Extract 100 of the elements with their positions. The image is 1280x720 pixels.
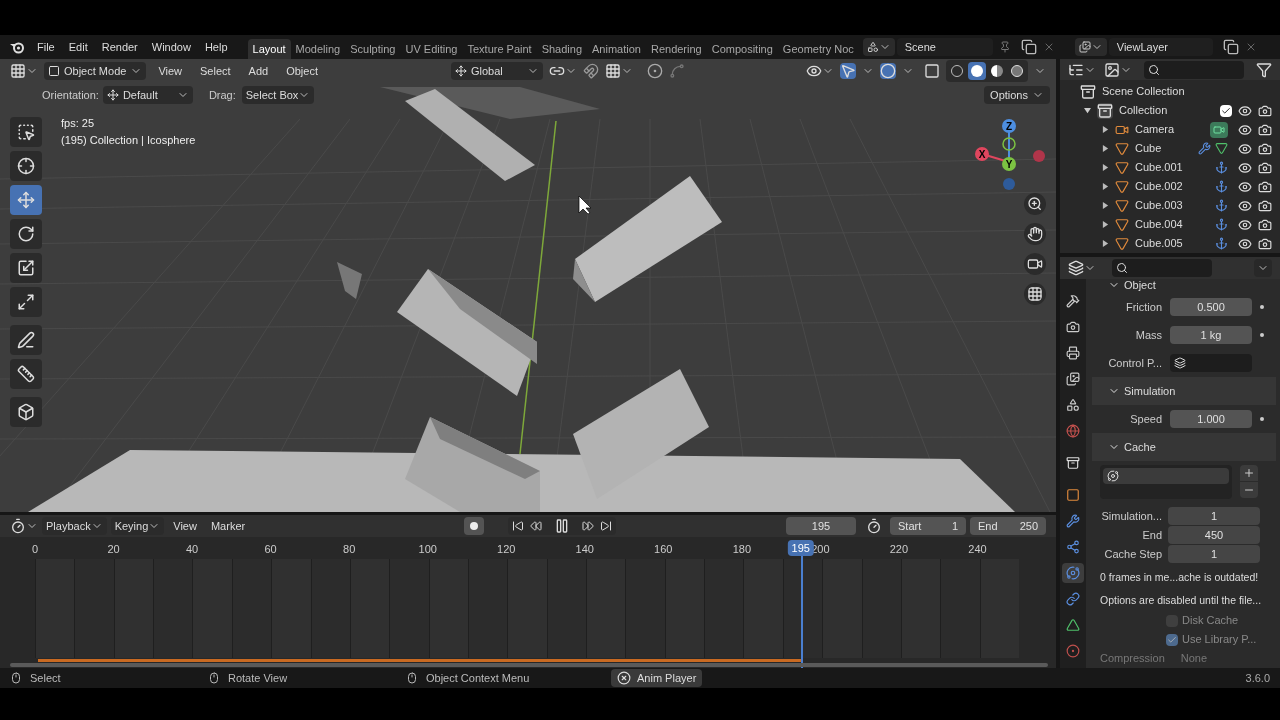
transform-orientation-dropdown[interactable]: Global (451, 62, 543, 80)
viewport[interactable]: Object Mode View Select Add Object Global Orientation: Default Drag: Select Box Options fps: 25 (195) Collection | Icosphere Z X Y (0, 59, 1056, 512)
triangle-icon[interactable] (1215, 142, 1228, 155)
number-field[interactable]: 1 (1168, 507, 1260, 525)
scene-field[interactable]: Scene (896, 38, 993, 56)
jump-start-icon[interactable] (512, 520, 525, 532)
proportional-edit-icon[interactable] (646, 63, 663, 79)
view-layer-type-button[interactable] (1074, 38, 1107, 56)
workspace-tab[interactable]: Animation (587, 39, 646, 59)
outliner-row[interactable]: Cube.002 (1060, 177, 1280, 196)
copy-icon[interactable] (1222, 39, 1239, 55)
menu-item[interactable]: Object (280, 62, 324, 80)
shading-mode-button[interactable] (968, 62, 986, 80)
end-frame-field[interactable]: End 250 (970, 517, 1046, 535)
scene-type-button[interactable] (862, 38, 895, 56)
workspace-tab[interactable]: Sculpting (345, 39, 401, 59)
axis-handle[interactable] (1002, 137, 1016, 151)
expand-arrow-icon[interactable] (1102, 183, 1109, 190)
add-icon[interactable] (1240, 465, 1258, 481)
number-field[interactable]: 1 kg (1170, 326, 1252, 344)
camera-icon[interactable] (1258, 103, 1272, 118)
anim-player-button[interactable]: Anim Player (611, 669, 703, 687)
panel-header[interactable]: Cache (1092, 433, 1276, 461)
menu-item[interactable]: Help (198, 38, 234, 56)
outliner-row[interactable]: Camera (1060, 120, 1280, 139)
wrench-icon[interactable] (1198, 142, 1211, 155)
keying-menu[interactable]: Keying (110, 517, 165, 535)
anchor-icon[interactable] (1215, 180, 1228, 193)
tool-button[interactable] (10, 287, 42, 317)
workspace-tab[interactable]: Compositing (706, 39, 778, 59)
eye-icon[interactable] (1238, 236, 1252, 251)
collection-field[interactable] (1170, 354, 1252, 372)
outliner-row[interactable]: Cube (1060, 139, 1280, 158)
eye-icon[interactable] (1238, 122, 1252, 137)
tool-button[interactable] (10, 219, 42, 249)
menu-item[interactable]: Edit (62, 38, 94, 56)
anchor-icon[interactable] (1215, 161, 1228, 174)
workspace-tab[interactable]: Geometry Noc (777, 39, 859, 59)
orientation-dropdown[interactable]: Default (102, 86, 193, 104)
menu-item[interactable]: Add (242, 62, 275, 80)
overlay-toggle[interactable] (880, 63, 896, 79)
remove-icon[interactable] (1240, 482, 1258, 498)
scrollbar[interactable] (10, 663, 1048, 667)
expand-arrow-icon[interactable] (1102, 221, 1109, 228)
falloff-curve-icon[interactable] (668, 63, 685, 79)
magnet-icon[interactable] (582, 63, 599, 79)
workspace-tab[interactable]: UV Editing (400, 39, 463, 59)
outliner-row[interactable]: Cube.004 (1060, 215, 1280, 234)
camera-icon[interactable] (1258, 122, 1272, 137)
anchor-icon[interactable] (1215, 218, 1228, 231)
pin-icon[interactable] (998, 41, 1011, 53)
visibility-button[interactable] (806, 63, 834, 79)
outliner-row[interactable]: Collection (1060, 101, 1280, 120)
copy-icon[interactable] (1020, 39, 1037, 55)
camera-icon[interactable] (1258, 236, 1272, 251)
playhead-line[interactable] (800, 556, 803, 668)
expand-arrow-icon[interactable] (1102, 202, 1109, 209)
camera-icon[interactable] (1258, 217, 1272, 232)
grid-icon[interactable] (1024, 283, 1046, 305)
workspace-tab[interactable]: Texture Paint (462, 39, 537, 59)
stopwatch-icon[interactable] (866, 518, 882, 534)
panel-header[interactable]: Object (1092, 279, 1276, 293)
camera-icon[interactable] (1210, 121, 1228, 138)
outliner-row[interactable]: Cube.001 (1060, 158, 1280, 177)
drag-dropdown[interactable]: Select Box (241, 86, 315, 104)
outliner-row[interactable]: Cube.003 (1060, 196, 1280, 215)
tool-button[interactable] (10, 325, 42, 355)
playback-menu[interactable]: Playback (42, 517, 107, 535)
expand-arrow-icon[interactable] (1084, 107, 1091, 114)
current-frame-field[interactable]: 195 (786, 517, 856, 535)
expand-arrow-icon[interactable] (1102, 145, 1109, 152)
menu-item[interactable]: Render (95, 38, 144, 56)
menu-item[interactable]: Marker (205, 517, 251, 535)
axis-handle[interactable] (1033, 150, 1045, 162)
number-field[interactable]: 1 (1168, 545, 1260, 563)
expand-arrow-icon[interactable] (1102, 126, 1109, 133)
eye-icon[interactable] (1238, 103, 1252, 118)
number-field[interactable]: 0.500 (1170, 298, 1252, 316)
checkbox[interactable] (1220, 104, 1232, 117)
workspace-tab[interactable]: Shading (536, 39, 588, 59)
editor-type-button[interactable] (10, 518, 38, 534)
snap-button[interactable] (604, 63, 633, 79)
camera-icon[interactable] (1024, 253, 1046, 275)
outliner-item[interactable]: Scene Collection (1102, 83, 1185, 100)
options-button[interactable] (1254, 259, 1272, 277)
axis-handle[interactable] (1003, 178, 1015, 190)
record-button[interactable] (464, 517, 485, 535)
workspace-tab[interactable]: Modeling (290, 39, 346, 59)
camera-icon[interactable] (1258, 160, 1272, 175)
options-dropdown[interactable]: Options (984, 86, 1050, 104)
eye-icon[interactable] (1238, 217, 1252, 232)
axis-handle[interactable]: Z (1002, 119, 1016, 133)
workspace-tab[interactable]: Layout (247, 39, 291, 59)
view-layer-field[interactable]: ViewLayer (1108, 38, 1213, 56)
camera-icon[interactable] (1258, 141, 1272, 156)
expand-arrow-icon[interactable] (1102, 164, 1109, 171)
axis-handle[interactable]: Y (1002, 157, 1016, 171)
search-field[interactable] (1112, 259, 1212, 277)
menu-item[interactable]: File (31, 38, 61, 56)
tool-button[interactable] (10, 397, 42, 427)
